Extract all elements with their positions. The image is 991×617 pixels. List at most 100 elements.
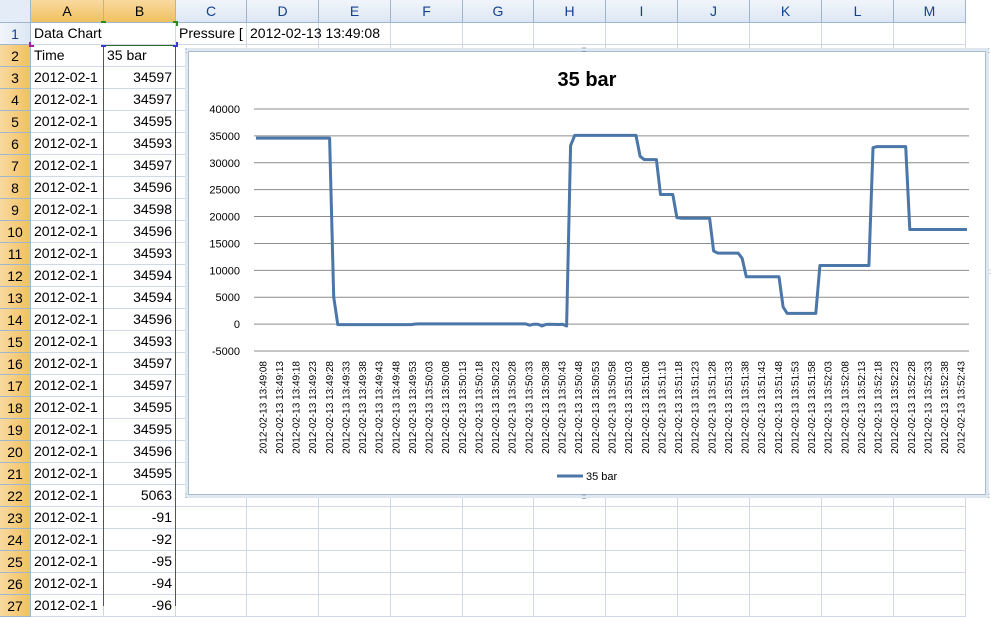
cell-a6[interactable]: 2012-02-1 (31, 133, 104, 155)
cell-i27[interactable] (606, 595, 678, 617)
cell-b18[interactable]: 34595 (104, 397, 176, 419)
cell-i26[interactable] (606, 573, 678, 595)
cell-f27[interactable] (391, 595, 463, 617)
row-header-20[interactable]: 20 (0, 441, 31, 463)
cell-h27[interactable] (534, 595, 606, 617)
cell-a22[interactable]: 2012-02-1 (31, 485, 104, 507)
cell-d27[interactable] (247, 595, 319, 617)
cell-j1[interactable] (678, 23, 750, 45)
cell-c27[interactable] (176, 595, 247, 617)
cell-j25[interactable] (678, 551, 750, 573)
cell-a15[interactable]: 2012-02-1 (31, 331, 104, 353)
cell-c24[interactable] (176, 529, 247, 551)
cell-a9[interactable]: 2012-02-1 (31, 199, 104, 221)
cell-b7[interactable]: 34597 (104, 155, 176, 177)
column-header-f[interactable]: F (391, 0, 463, 23)
cell-f23[interactable] (391, 507, 463, 529)
cell-h25[interactable] (534, 551, 606, 573)
cell-b4[interactable]: 34597 (104, 89, 176, 111)
column-header-e[interactable]: E (319, 0, 391, 23)
row-header-16[interactable]: 16 (0, 353, 31, 375)
cell-c26[interactable] (176, 573, 247, 595)
cell-a13[interactable]: 2012-02-1 (31, 287, 104, 309)
column-header-j[interactable]: J (678, 0, 750, 23)
cell-d23[interactable] (247, 507, 319, 529)
column-header-m[interactable]: M (894, 0, 966, 23)
chart-resize-handle-bottom-right[interactable]: : (988, 491, 990, 500)
cell-d25[interactable] (247, 551, 319, 573)
column-header-c[interactable]: C (176, 0, 247, 23)
cell-c25[interactable] (176, 551, 247, 573)
cell-d26[interactable] (247, 573, 319, 595)
cell-b23[interactable]: -91 (104, 507, 176, 529)
cell-b14[interactable]: 34596 (104, 309, 176, 331)
cell-h24[interactable] (534, 529, 606, 551)
row-header-2[interactable]: 2 (0, 45, 31, 67)
cell-b26[interactable]: -94 (104, 573, 176, 595)
cell-a16[interactable]: 2012-02-1 (31, 353, 104, 375)
cell-m25[interactable] (894, 551, 966, 573)
cell-a20[interactable]: 2012-02-1 (31, 441, 104, 463)
row-header-18[interactable]: 18 (0, 397, 31, 419)
cell-i25[interactable] (606, 551, 678, 573)
cell-m23[interactable] (894, 507, 966, 529)
cell-a19[interactable]: 2012-02-1 (31, 419, 104, 441)
cell-m24[interactable] (894, 529, 966, 551)
cell-a3[interactable]: 2012-02-1 (31, 67, 104, 89)
cell-m26[interactable] (894, 573, 966, 595)
cell-b2[interactable]: 35 bar (104, 45, 176, 67)
cell-i24[interactable] (606, 529, 678, 551)
row-header-7[interactable]: 7 (0, 155, 31, 177)
cell-l26[interactable] (822, 573, 894, 595)
cell-a2[interactable]: Time (31, 45, 104, 67)
cell-i1[interactable] (606, 23, 678, 45)
cell-k1[interactable] (750, 23, 822, 45)
cell-c23[interactable] (176, 507, 247, 529)
cell-e26[interactable] (319, 573, 391, 595)
cell-a21[interactable]: 2012-02-1 (31, 463, 104, 485)
cell-b20[interactable]: 34596 (104, 441, 176, 463)
cell-b17[interactable]: 34597 (104, 375, 176, 397)
cell-k24[interactable] (750, 529, 822, 551)
chart-resize-handle-bottom-left[interactable]: : (185, 491, 187, 500)
cell-h23[interactable] (534, 507, 606, 529)
cell-b10[interactable]: 34596 (104, 221, 176, 243)
cell-a24[interactable]: 2012-02-1 (31, 529, 104, 551)
cell-l1[interactable] (822, 23, 894, 45)
cell-a7[interactable]: 2012-02-1 (31, 155, 104, 177)
cell-a8[interactable]: 2012-02-1 (31, 177, 104, 199)
cell-b8[interactable]: 34596 (104, 177, 176, 199)
row-header-9[interactable]: 9 (0, 199, 31, 221)
cell-k23[interactable] (750, 507, 822, 529)
column-header-a[interactable]: A (31, 0, 104, 23)
cell-e23[interactable] (319, 507, 391, 529)
column-header-l[interactable]: L (822, 0, 894, 23)
cell-a5[interactable]: 2012-02-1 (31, 111, 104, 133)
row-header-19[interactable]: 19 (0, 419, 31, 441)
cell-a1[interactable]: Data Chart (31, 23, 176, 45)
cell-m1[interactable] (894, 23, 966, 45)
cell-f26[interactable] (391, 573, 463, 595)
cell-b13[interactable]: 34594 (104, 287, 176, 309)
cell-b21[interactable]: 34595 (104, 463, 176, 485)
cell-k25[interactable] (750, 551, 822, 573)
chart-resize-handle-top-left[interactable]: : (185, 46, 187, 55)
cell-j26[interactable] (678, 573, 750, 595)
cell-a17[interactable]: 2012-02-1 (31, 375, 104, 397)
chart-object[interactable]: :::: :::: : : : : : 35 bar -5000 0 5000 100… (185, 45, 991, 501)
row-header-13[interactable]: 13 (0, 287, 31, 309)
row-header-26[interactable]: 26 (0, 573, 31, 595)
cell-b9[interactable]: 34598 (104, 199, 176, 221)
cell-a14[interactable]: 2012-02-1 (31, 309, 104, 331)
column-header-d[interactable]: D (247, 0, 319, 23)
row-header-23[interactable]: 23 (0, 507, 31, 529)
chart-resize-handle-top-right[interactable]: : (988, 46, 990, 55)
cell-a18[interactable]: 2012-02-1 (31, 397, 104, 419)
cell-f25[interactable] (391, 551, 463, 573)
cell-e24[interactable] (319, 529, 391, 551)
cell-a23[interactable]: 2012-02-1 (31, 507, 104, 529)
row-header-21[interactable]: 21 (0, 463, 31, 485)
cell-g23[interactable] (463, 507, 534, 529)
row-header-8[interactable]: 8 (0, 177, 31, 199)
cell-m27[interactable] (894, 595, 966, 617)
